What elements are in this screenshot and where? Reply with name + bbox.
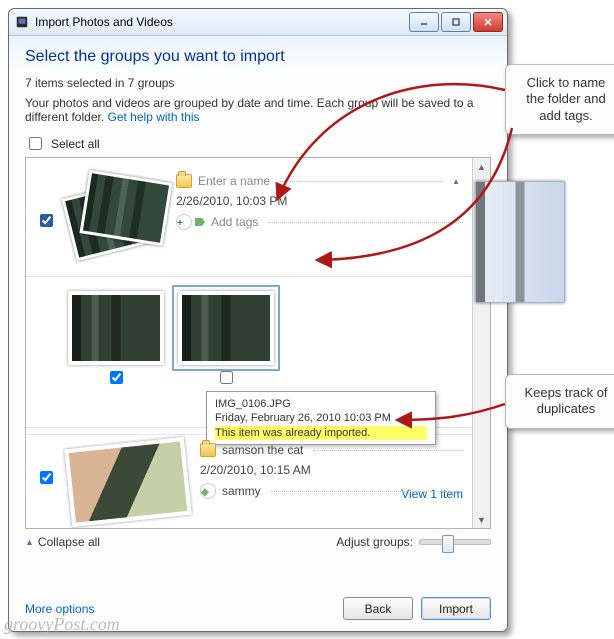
group-row: Enter a name ▴ 2/26/2010, 10:03 PM + Add… — [26, 158, 473, 270]
folder-icon — [176, 174, 192, 188]
window-title: Import Photos and Videos — [35, 15, 409, 29]
app-icon — [15, 15, 29, 29]
minimize-button[interactable] — [409, 12, 439, 32]
help-text: Your photos and videos are grouped by da… — [25, 96, 491, 124]
import-window: Import Photos and Videos Select the grou… — [8, 8, 508, 632]
titlebar[interactable]: Import Photos and Videos — [9, 9, 507, 36]
page-heading: Select the groups you want to import — [25, 48, 491, 66]
maximize-button[interactable] — [441, 12, 471, 32]
thumbnail-tooltip: IMG_0106.JPG Friday, February 26, 2010 1… — [206, 391, 436, 445]
add-tag-icon: + — [176, 214, 192, 230]
adjust-groups-slider[interactable] — [419, 539, 491, 545]
scroll-up-icon[interactable]: ▲ — [473, 158, 490, 175]
group-thumbnail-stack[interactable] — [68, 174, 164, 256]
collapse-all-link[interactable]: ▲ Collapse all — [25, 535, 100, 549]
select-all-checkbox[interactable] — [29, 137, 42, 150]
group-thumbnail[interactable] — [64, 437, 191, 527]
view-items-link[interactable]: View 1 item — [401, 487, 463, 501]
adjust-groups-label: Adjust groups: — [336, 535, 413, 549]
callout-duplicates: Keeps track of duplicates — [505, 374, 614, 429]
thumbnail-checkbox[interactable] — [220, 371, 233, 384]
tag-icon: ◆ — [200, 483, 216, 499]
group-tag[interactable]: sammy — [222, 484, 261, 498]
groups-list: Enter a name ▴ 2/26/2010, 10:03 PM + Add… — [25, 157, 491, 529]
collapse-group-icon[interactable]: ▴ — [449, 174, 463, 188]
list-scrollbar[interactable]: ▲ ▼ — [472, 158, 490, 528]
group-row: samson the cat 2/20/2010, 10:15 AM ◆ sam… — [26, 434, 473, 528]
selection-summary: 7 items selected in 7 groups — [25, 76, 491, 90]
help-text-body: Your photos and videos are grouped by da… — [25, 96, 474, 124]
scroll-thumb[interactable] — [475, 181, 565, 303]
group-checkbox[interactable] — [40, 214, 53, 227]
tooltip-duplicate-msg: This item was already imported. — [215, 426, 427, 440]
thumbnail-checkbox[interactable] — [110, 371, 123, 384]
group-timestamp: 2/26/2010, 10:03 PM — [176, 194, 287, 208]
back-button[interactable]: Back — [343, 597, 413, 620]
thumbnail[interactable] — [178, 291, 274, 365]
group-name-input[interactable]: Enter a name — [198, 174, 270, 188]
select-all-label: Select all — [51, 137, 100, 151]
watermark: groovyPost.com — [4, 614, 120, 635]
group-name[interactable]: samson the cat — [222, 443, 303, 457]
import-button[interactable]: Import — [421, 597, 491, 620]
add-tags-input[interactable]: Add tags — [211, 215, 258, 229]
thumbnail[interactable] — [68, 291, 164, 365]
help-link[interactable]: Get help with this — [108, 110, 200, 124]
tooltip-filename: IMG_0106.JPG — [215, 398, 427, 410]
group-checkbox[interactable] — [40, 471, 53, 484]
scroll-down-icon[interactable]: ▼ — [473, 511, 490, 528]
chevron-up-icon: ▲ — [25, 537, 34, 547]
collapse-all-label: Collapse all — [38, 535, 100, 549]
tooltip-date: Friday, February 26, 2010 10:03 PM — [215, 412, 427, 424]
folder-icon — [200, 443, 216, 457]
group-thumbnails — [26, 283, 473, 393]
group-timestamp: 2/20/2010, 10:15 AM — [200, 463, 311, 477]
close-button[interactable] — [473, 12, 503, 32]
callout-naming: Click to name the folder and add tags. — [505, 64, 614, 135]
